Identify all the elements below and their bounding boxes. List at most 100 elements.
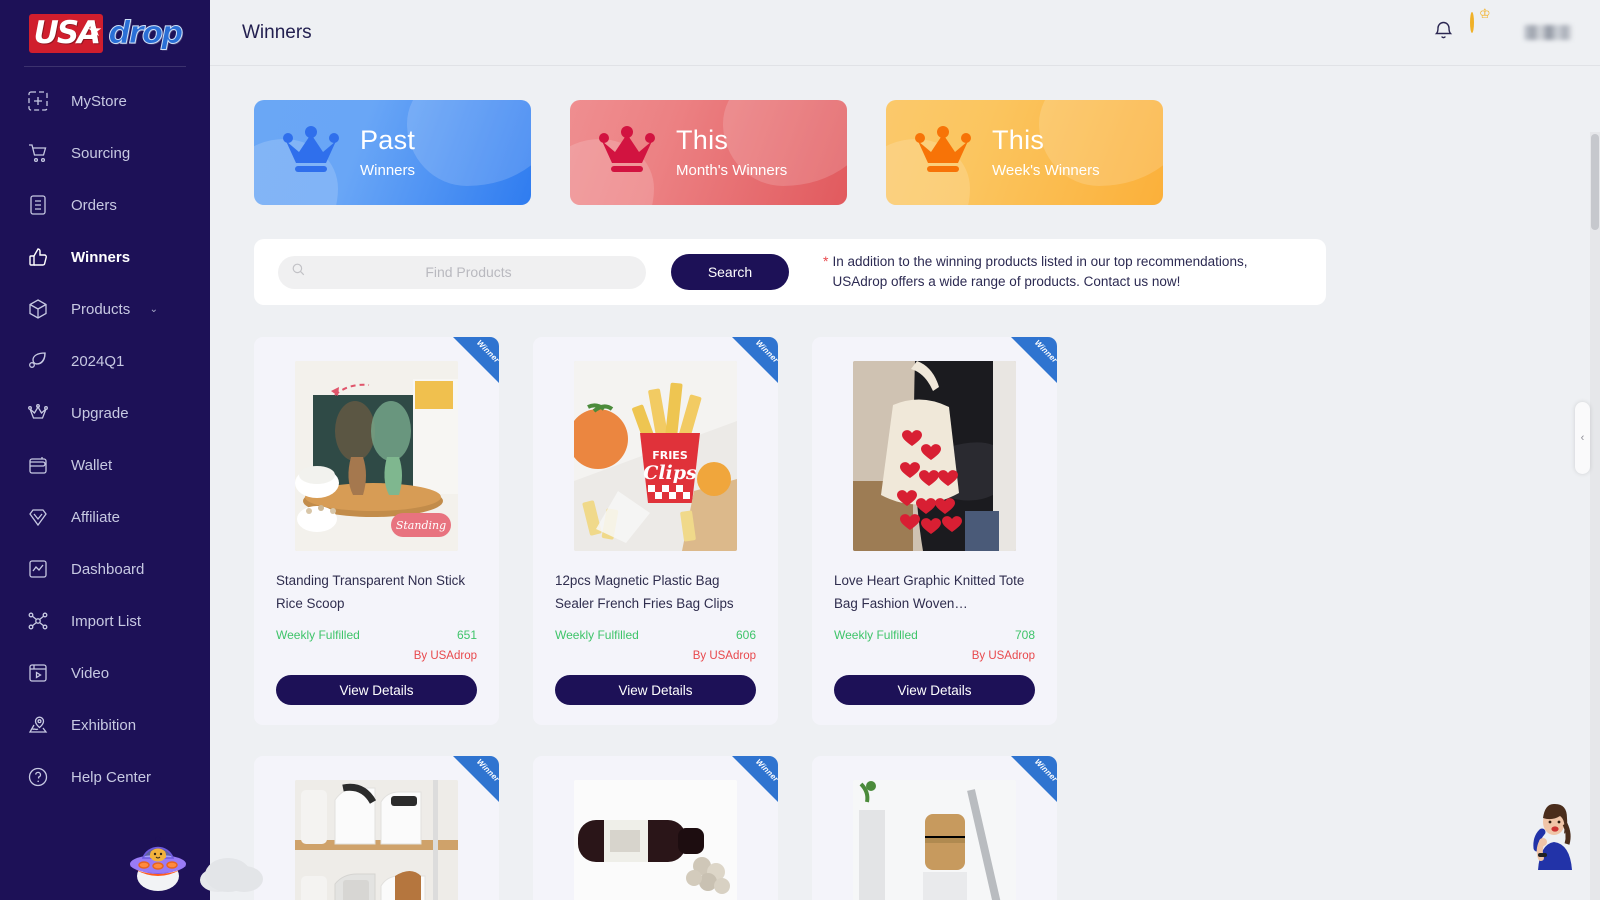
page-scrollbar[interactable]: ▲ ▼ <box>1590 132 1600 900</box>
banner-this-months-winners[interactable]: This Month's Winners <box>570 100 847 205</box>
search-button[interactable]: Search <box>671 254 789 290</box>
notice-line-2: USAdrop offers a wide range of products.… <box>832 274 1181 289</box>
view-details-button[interactable]: View Details <box>555 675 756 705</box>
orders-list-icon <box>27 194 57 216</box>
view-details-button[interactable]: View Details <box>276 675 477 705</box>
avatar[interactable]: ♔ <box>1470 7 1508 52</box>
chart-icon <box>27 558 57 580</box>
page-title: Winners <box>242 21 312 43</box>
notice-line-1: In addition to the winning products list… <box>832 254 1248 269</box>
diamond-icon <box>27 506 57 528</box>
search-input[interactable] <box>305 264 632 280</box>
winner-ribbon: Winner <box>453 756 499 802</box>
avatar-crown-icon: ♔ <box>1479 5 1491 21</box>
brand-logo[interactable]: USA ★ drop <box>0 0 210 66</box>
svg-text:Standing: Standing <box>396 519 446 532</box>
sidebar-item-2024q1[interactable]: 2024Q1 <box>0 335 210 387</box>
product-card[interactable]: Winner <box>812 337 1057 725</box>
crown-icon <box>598 125 656 180</box>
sidebar-item-label: Winners <box>71 248 131 266</box>
sidebar-item-products[interactable]: Products ⌄ <box>0 283 210 335</box>
search-icon <box>292 263 305 281</box>
sidebar-item-affiliate[interactable]: Affiliate <box>0 491 210 543</box>
sidebar-item-label: Orders <box>71 196 117 214</box>
sidebar-item-upgrade[interactable]: Upgrade <box>0 387 210 439</box>
winner-ribbon: Winner <box>732 756 778 802</box>
sidebar-item-video[interactable]: Video <box>0 647 210 699</box>
product-image <box>574 780 737 900</box>
box-icon <box>27 298 57 320</box>
sidebar-item-label: Products <box>71 300 131 318</box>
sidebar-item-winners[interactable]: Winners <box>0 231 210 283</box>
video-icon <box>27 662 57 684</box>
winner-ribbon: Winner <box>1011 337 1057 383</box>
sidebar-item-label: 2024Q1 <box>71 352 125 370</box>
winner-ribbon-label: Winner <box>753 338 778 365</box>
sidebar-item-label: Exhibition <box>71 716 137 734</box>
banner-this-weeks-winners[interactable]: This Week's Winners <box>886 100 1163 205</box>
sidebar-item-help-center[interactable]: Help Center <box>0 751 210 803</box>
chevron-down-icon[interactable]: ⌄ <box>150 304 158 315</box>
avatar-image <box>1470 11 1474 33</box>
view-details-button[interactable]: View Details <box>834 675 1035 705</box>
weekly-fulfilled-count: 708 <box>1014 628 1035 642</box>
product-card[interactable]: Winner <box>533 756 778 900</box>
svg-text:Clips: Clips <box>643 462 697 484</box>
sidebar-item-import-list[interactable]: Import List <box>0 595 210 647</box>
product-card[interactable]: Winner <box>254 337 499 725</box>
sidebar-item-mystore[interactable]: MyStore <box>0 75 210 127</box>
banner-title: Past <box>360 125 416 156</box>
winner-ribbon-label: Winner <box>474 757 499 784</box>
customer-service-agent-widget[interactable] <box>1520 798 1586 870</box>
scrollbar-thumb[interactable] <box>1591 134 1599 230</box>
sidebar-item-label: MyStore <box>71 92 127 110</box>
winner-ribbon: Winner <box>732 337 778 383</box>
product-card[interactable]: Winner <box>254 756 499 900</box>
product-image <box>295 780 458 900</box>
sidebar-item-sourcing[interactable]: Sourcing <box>0 127 210 179</box>
app-root: USA ★ drop MyStore Sourcing Orders Winne… <box>0 0 1600 900</box>
sidebar-item-label: Sourcing <box>71 144 131 162</box>
sidebar-nav: MyStore Sourcing Orders Winners Products… <box>0 67 210 803</box>
sidebar-item-label: Wallet <box>71 456 113 474</box>
store-plus-icon <box>27 90 57 112</box>
product-supplier: By USAdrop <box>971 650 1035 662</box>
svg-text:FRIES: FRIES <box>652 449 688 462</box>
banner-text: This Week's Winners <box>992 126 1100 179</box>
product-card[interactable]: Winner <box>533 337 778 725</box>
winner-ribbon: Winner <box>1011 756 1057 802</box>
sidebar-item-wallet[interactable]: Wallet <box>0 439 210 491</box>
sidebar-item-orders[interactable]: Orders <box>0 179 210 231</box>
product-stats: Weekly Fulfilled 708 <box>834 628 1035 642</box>
winner-ribbon-label: Winner <box>474 338 499 365</box>
nodes-icon <box>27 610 57 632</box>
banner-past-winners[interactable]: Past Winners <box>254 100 531 205</box>
product-image <box>853 361 1016 551</box>
winner-ribbon-label: Winner <box>753 757 778 784</box>
sidebar-item-label: Video <box>71 664 110 682</box>
sidebar-item-label: Affiliate <box>71 508 120 526</box>
ufo-cat-mascot-icon[interactable] <box>112 808 204 894</box>
search-field[interactable] <box>278 255 646 289</box>
banner-text: This Month's Winners <box>676 126 787 179</box>
wallet-icon <box>27 454 57 476</box>
logo-drop-text: drop <box>108 15 184 52</box>
banner-text: Past Winners <box>360 125 416 179</box>
notice-text: In addition to the winning products list… <box>832 252 1247 292</box>
sidebar: USA ★ drop MyStore Sourcing Orders Winne… <box>0 0 210 900</box>
product-title: Standing Transparent Non Stick Rice Scoo… <box>276 573 466 611</box>
product-stats: Weekly Fulfilled 651 <box>276 628 477 642</box>
bell-icon[interactable] <box>1433 19 1454 46</box>
product-stats: Weekly Fulfilled 606 <box>555 628 756 642</box>
product-card[interactable]: Winner <box>812 756 1057 900</box>
page-content: Past Winners This Month's Winners This W… <box>210 66 1600 900</box>
crown-icon <box>27 402 57 424</box>
weekly-fulfilled-label: Weekly Fulfilled <box>834 628 918 642</box>
sidebar-item-label: Dashboard <box>71 560 145 578</box>
sidebar-item-dashboard[interactable]: Dashboard <box>0 543 210 595</box>
main-area: Winners ♔ Past Winners This Month's Winn… <box>210 0 1600 900</box>
weekly-fulfilled-count: 606 <box>735 628 756 642</box>
product-title: Love Heart Graphic Knitted Tote Bag Fash… <box>834 573 1025 611</box>
sidebar-collapse-handle[interactable]: ‹ <box>1575 402 1590 474</box>
sidebar-item-exhibition[interactable]: Exhibition <box>0 699 210 751</box>
